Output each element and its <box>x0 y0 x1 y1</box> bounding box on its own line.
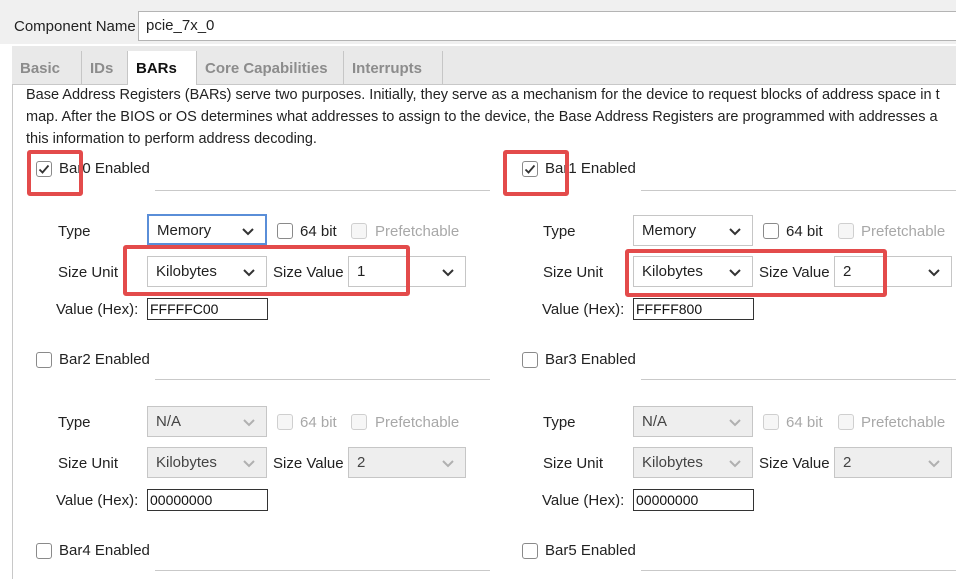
bar0-64bit-checkbox[interactable] <box>277 223 293 239</box>
bar2-enabled-label: Bar2 Enabled <box>59 351 150 368</box>
bar3-type-value: N/A <box>642 413 668 430</box>
bar2-size-value-select[interactable]: 2 <box>348 447 466 478</box>
description-line: this information to perform address deco… <box>26 131 317 147</box>
chevron-down-icon <box>729 460 741 468</box>
bar1-type-select[interactable]: Memory <box>633 215 753 246</box>
bar2-size-unit-value: Kilobytes <box>156 454 217 471</box>
bar0-prefetchable-checkbox[interactable] <box>351 223 367 239</box>
chevron-down-icon <box>729 228 741 236</box>
bar0-value-hex-field[interactable]: FFFFFC00 <box>147 298 268 320</box>
bar2-size-unit-select[interactable]: Kilobytes <box>147 447 267 478</box>
chevron-down-icon <box>243 460 255 468</box>
chevron-down-icon <box>928 269 940 277</box>
bar2-size-unit-label: Size Unit <box>58 455 119 472</box>
bar1-separator <box>641 190 956 191</box>
bar3-prefetchable-label: Prefetchable <box>861 414 946 431</box>
chevron-down-icon <box>442 460 454 468</box>
bar3-value-hex-field[interactable]: 00000000 <box>633 489 754 511</box>
description-line: Base Address Registers (BARs) serve two … <box>26 87 940 103</box>
tab-core-capabilities[interactable]: Core Capabilities <box>197 51 344 84</box>
description-line: map. After the BIOS or OS determines wha… <box>26 109 938 125</box>
bar1-type-label: Type <box>543 223 576 240</box>
bar3-size-unit-select[interactable]: Kilobytes <box>633 447 753 478</box>
bar5-enabled-checkbox[interactable] <box>522 543 538 559</box>
bar1-64bit-label: 64 bit <box>786 223 823 240</box>
bar2-type-value: N/A <box>156 413 182 430</box>
bar3-64bit-checkbox[interactable] <box>763 414 779 430</box>
bar1-enabled-highlight <box>503 150 569 196</box>
bar0-type-select[interactable]: Memory <box>147 214 267 245</box>
bar3-type-select[interactable]: N/A <box>633 406 753 437</box>
bar2-enabled-checkbox[interactable] <box>36 352 52 368</box>
bar0-type-value: Memory <box>157 222 212 239</box>
chevron-down-icon <box>729 419 741 427</box>
bar3-size-value-value: 2 <box>843 454 852 471</box>
chevron-down-icon <box>242 228 254 236</box>
tab-bars[interactable]: BARs <box>128 51 197 85</box>
bar0-value-hex-label: Value (Hex): <box>56 301 139 318</box>
bar1-size-highlight <box>625 249 887 297</box>
bars-description: Base Address Registers (BARs) serve two … <box>26 84 956 150</box>
bar3-size-value-select[interactable]: 2 <box>834 447 952 478</box>
bar1-prefetchable-checkbox[interactable] <box>838 223 854 239</box>
bar3-size-value-label: Size Value <box>759 455 830 472</box>
bar1-64bit-checkbox[interactable] <box>763 223 779 239</box>
bar2-64bit-checkbox[interactable] <box>277 414 293 430</box>
bar1-prefetchable-label: Prefetchable <box>861 223 946 240</box>
bar2-value-hex-label: Value (Hex): <box>56 492 139 509</box>
bar2-size-value-label: Size Value <box>273 455 344 472</box>
bar3-separator <box>641 379 956 380</box>
bar3-size-unit-value: Kilobytes <box>642 454 703 471</box>
bar2-type-label: Type <box>58 414 91 431</box>
bar3-size-unit-label: Size Unit <box>543 455 604 472</box>
bar5-separator <box>641 570 956 571</box>
bar1-value-hex-label: Value (Hex): <box>542 301 625 318</box>
bar0-size-highlight <box>123 245 410 296</box>
chevron-down-icon <box>928 460 940 468</box>
bar2-64bit-label: 64 bit <box>300 414 337 431</box>
tab-interrupts[interactable]: Interrupts <box>344 51 443 84</box>
bar0-size-unit-label: Size Unit <box>58 264 119 281</box>
bar2-prefetchable-label: Prefetchable <box>375 414 460 431</box>
bar1-value-hex-field[interactable]: FFFFF800 <box>633 298 754 320</box>
tab-strip: Basic IDs BARs Core Capabilities Interru… <box>12 46 956 85</box>
bar3-enabled-label: Bar3 Enabled <box>545 351 636 368</box>
component-name-label: Component Name <box>14 18 136 35</box>
bar4-enabled-checkbox[interactable] <box>36 543 52 559</box>
bar0-separator <box>155 190 490 191</box>
bar5-enabled-label: Bar5 Enabled <box>545 542 636 559</box>
bar3-type-label: Type <box>543 414 576 431</box>
bar1-type-value: Memory <box>642 222 697 239</box>
tab-basic[interactable]: Basic <box>12 51 82 84</box>
bar3-value-hex-label: Value (Hex): <box>542 492 625 509</box>
bar3-64bit-label: 64 bit <box>786 414 823 431</box>
bar2-prefetchable-checkbox[interactable] <box>351 414 367 430</box>
component-name-input[interactable]: pcie_7x_0 <box>138 11 956 41</box>
bar0-64bit-label: 64 bit <box>300 223 337 240</box>
bar2-type-select[interactable]: N/A <box>147 406 267 437</box>
chevron-down-icon <box>243 419 255 427</box>
bar2-value-hex-field[interactable]: 00000000 <box>147 489 268 511</box>
bar2-separator <box>155 379 490 380</box>
bar0-type-label: Type <box>58 223 91 240</box>
bar4-separator <box>155 570 490 571</box>
bar0-prefetchable-label: Prefetchable <box>375 223 460 240</box>
bar0-enabled-highlight <box>27 150 83 196</box>
bar1-size-unit-label: Size Unit <box>543 264 604 281</box>
tab-ids[interactable]: IDs <box>82 51 128 84</box>
chevron-down-icon <box>442 269 454 277</box>
bar2-size-value-value: 2 <box>357 454 366 471</box>
bar4-enabled-label: Bar4 Enabled <box>59 542 150 559</box>
bar3-enabled-checkbox[interactable] <box>522 352 538 368</box>
bar3-prefetchable-checkbox[interactable] <box>838 414 854 430</box>
